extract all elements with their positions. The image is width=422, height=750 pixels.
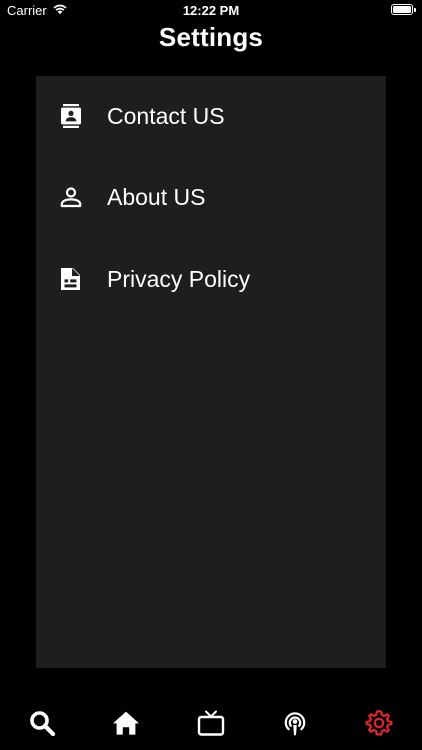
document-icon xyxy=(58,266,84,292)
gear-icon xyxy=(365,709,393,742)
tab-tv[interactable] xyxy=(194,708,228,742)
tab-settings[interactable] xyxy=(362,708,396,742)
menu-item-label: Contact US xyxy=(107,102,225,129)
settings-screen: Carrier 12:22 PM Settings Contact US Abo… xyxy=(0,0,422,750)
battery-icon xyxy=(391,4,416,15)
battery-fill xyxy=(393,6,411,13)
menu-item-privacy-policy[interactable]: Privacy Policy xyxy=(36,249,386,309)
menu-item-label: About US xyxy=(107,183,206,210)
tab-home[interactable] xyxy=(109,708,143,742)
tv-icon xyxy=(197,709,225,742)
battery-tip xyxy=(414,8,416,12)
podcast-icon xyxy=(281,709,309,742)
settings-panel: Contact US About US Privacy Policy xyxy=(36,76,386,668)
menu-item-contact-us[interactable]: Contact US xyxy=(36,86,386,146)
contact-card-icon xyxy=(58,103,84,129)
search-icon xyxy=(28,709,56,742)
status-time: 12:22 PM xyxy=(182,3,240,18)
tab-podcast[interactable] xyxy=(278,708,312,742)
page-title: Settings xyxy=(158,22,264,52)
person-icon xyxy=(58,184,84,210)
tab-bar xyxy=(0,700,422,750)
tab-search[interactable] xyxy=(25,708,59,742)
menu-item-about-us[interactable]: About US xyxy=(36,167,386,227)
status-bar: Carrier 12:22 PM xyxy=(0,0,422,22)
home-icon xyxy=(112,710,140,741)
menu-item-label: Privacy Policy xyxy=(107,265,251,292)
